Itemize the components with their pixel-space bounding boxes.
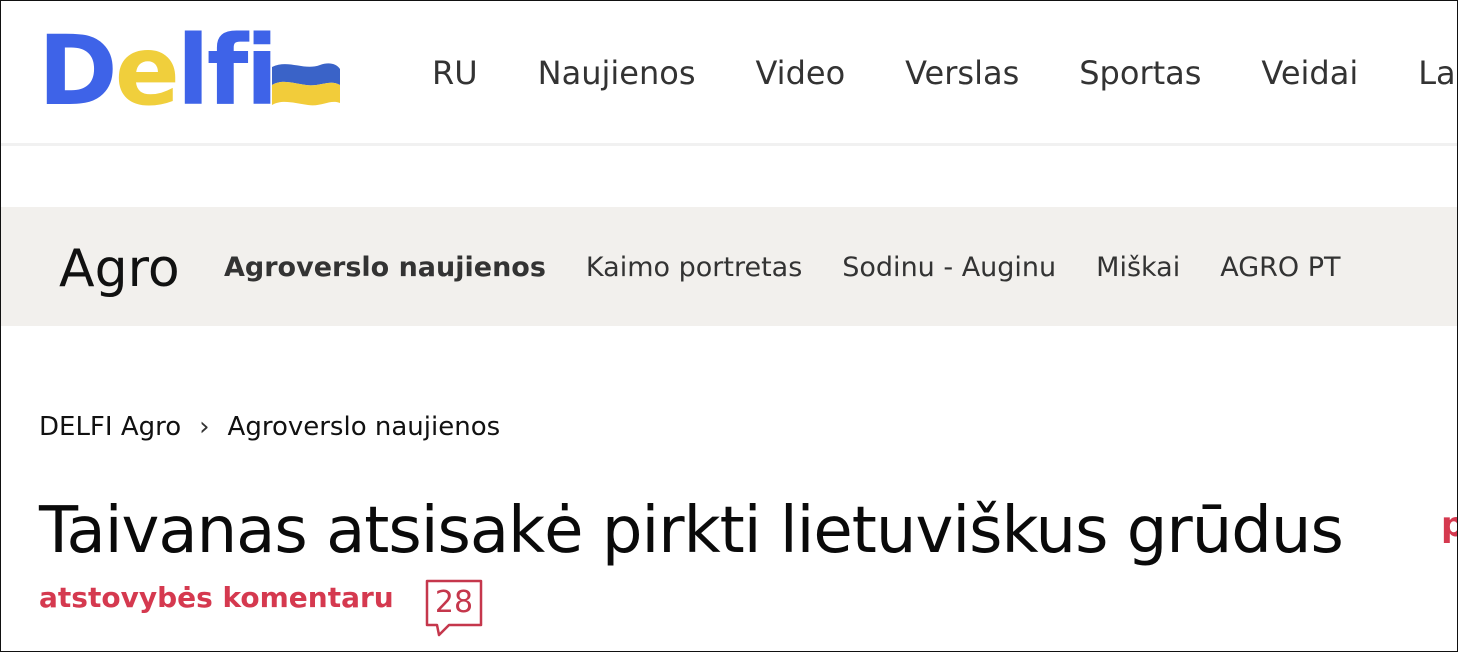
section-nav-agro-pt[interactable]: AGRO PT	[1220, 251, 1340, 285]
section-title[interactable]: Agro	[59, 239, 180, 299]
section-nav-sodinu-auginu[interactable]: Sodinu - Auginu	[842, 251, 1056, 285]
article-title-overflow: p	[1441, 505, 1457, 545]
main-navigation: RU Naujienos Video Verslas Sportas Veida…	[432, 51, 1457, 95]
nav-item-verslas[interactable]: Verslas	[905, 51, 1019, 95]
logo-letter-f: f	[206, 15, 249, 127]
nav-item-lai[interactable]: Lai	[1418, 51, 1457, 95]
comments-count: 28	[434, 585, 474, 620]
section-nav-miskai[interactable]: Miškai	[1096, 251, 1180, 285]
nav-item-veidai[interactable]: Veidai	[1261, 51, 1358, 95]
section-bar: Agro Agroverslo naujienos Kaimo portreta…	[1, 207, 1457, 326]
breadcrumb-item-delfi-agro[interactable]: DELFI Agro	[39, 412, 181, 442]
article-title: Taivanas atsisakė pirkti lietuviškus grū…	[39, 494, 1344, 568]
ukraine-flag-icon	[272, 63, 340, 106]
comments-count-button[interactable]: 28	[423, 577, 485, 639]
site-header: Delfi RU Naujienos Video Verslas Sportas…	[1, 1, 1457, 146]
nav-item-video[interactable]: Video	[755, 51, 845, 95]
nav-item-sportas[interactable]: Sportas	[1079, 51, 1201, 95]
logo-letter-e: e	[114, 15, 180, 127]
delfi-logo[interactable]: Delfi	[38, 23, 348, 119]
section-nav-kaimo-portretas[interactable]: Kaimo portretas	[586, 251, 802, 285]
nav-item-naujienos[interactable]: Naujienos	[538, 51, 696, 95]
logo-letter-l: l	[176, 15, 210, 127]
logo-letter-d: D	[38, 15, 118, 127]
breadcrumb-item-agroverslo-naujienos[interactable]: Agroverslo naujienos	[228, 412, 501, 442]
nav-item-ru[interactable]: RU	[432, 51, 478, 95]
section-navigation: Agroverslo naujienos Kaimo portretas Sod…	[224, 251, 1381, 285]
browser-viewport: Delfi RU Naujienos Video Verslas Sportas…	[0, 0, 1458, 652]
breadcrumb: DELFI Agro › Agroverslo naujienos	[39, 412, 500, 442]
logo-wordmark: Delfi	[38, 23, 278, 119]
article-title-continuation: atstovybės komentaru	[39, 581, 394, 614]
section-nav-agroverslo-naujienos[interactable]: Agroverslo naujienos	[224, 251, 546, 285]
breadcrumb-separator-icon: ›	[199, 412, 210, 442]
